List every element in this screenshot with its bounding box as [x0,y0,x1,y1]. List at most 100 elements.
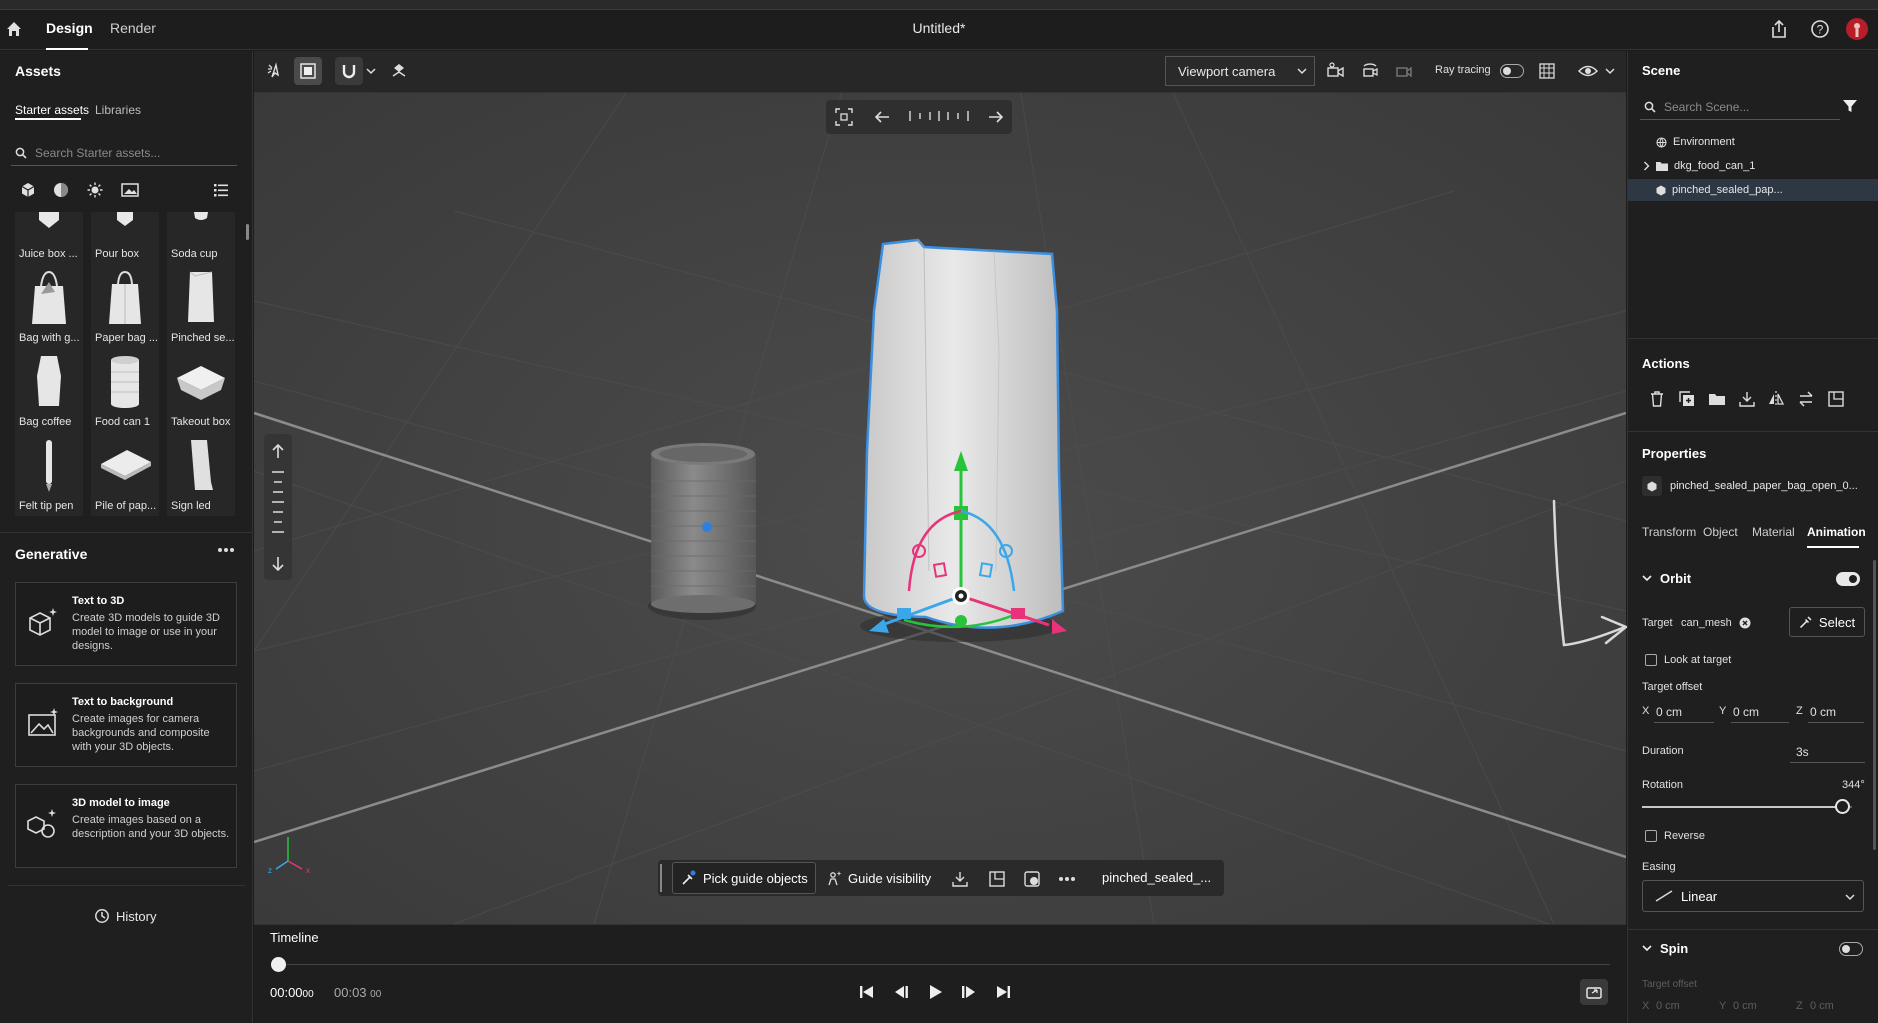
images-filter-icon[interactable] [121,182,139,198]
spin-offset-y-input[interactable]: 0 cm [1733,1000,1757,1012]
ray-tracing-toggle[interactable] [1500,64,1524,78]
tab-render[interactable]: Render [110,20,156,36]
chevron-down-icon[interactable] [1605,67,1615,75]
pick-guide-objects-button[interactable]: Pick guide objects [672,862,816,894]
history-button[interactable]: History [94,908,156,924]
assets-search-input[interactable]: Search Starter assets... [11,140,237,166]
properties-scrollbar[interactable] [1873,560,1876,850]
camera-view-button[interactable] [1322,57,1350,85]
offset-x-input[interactable]: 0 cm [1656,705,1682,719]
asset-food-can[interactable]: Food can 1 [91,344,159,432]
viewport-camera-dropdown[interactable]: Viewport camera [1165,56,1315,86]
delete-icon[interactable] [1648,390,1666,408]
chevron-right-icon[interactable] [1643,161,1650,171]
asset-bag-coffee[interactable]: Bag coffee [15,344,83,432]
selected-object-name[interactable]: pinched_sealed_... [1102,870,1211,885]
list-view-icon[interactable] [213,182,229,198]
horizontal-scrub-icon[interactable] [906,108,972,124]
asset-paper-bag[interactable]: Paper bag ... [91,260,159,348]
orbit-camera-button[interactable] [1356,57,1384,85]
frame-object-icon[interactable] [1827,390,1845,408]
spin-toggle[interactable] [1839,942,1863,956]
transform-tool-button[interactable] [294,57,322,85]
tab-material[interactable]: Material [1752,525,1795,539]
render-settings-button[interactable] [1533,57,1561,85]
model-to-image-card[interactable]: 3D model to image Create images based on… [15,784,237,868]
duration-input[interactable]: 3s [1796,745,1809,759]
asset-juice-box[interactable]: Juice box ... [15,212,83,264]
chevron-down-icon[interactable] [1642,574,1652,582]
easing-dropdown[interactable]: Linear [1642,880,1864,912]
offset-z-input[interactable]: 0 cm [1810,705,1836,719]
drop-to-floor-icon[interactable] [951,870,969,888]
timeline-track[interactable] [278,964,1610,965]
asset-pour-box[interactable]: Pour box [91,212,159,264]
asset-sign-led[interactable]: Sign led [167,428,235,516]
timeline-playhead[interactable] [271,957,286,972]
snap-button[interactable] [335,57,363,85]
skip-to-end-icon[interactable] [994,984,1012,1000]
tab-animation[interactable]: Animation [1807,525,1866,539]
avatar[interactable] [1846,18,1868,40]
swap-icon[interactable] [1797,390,1815,408]
arrow-left-icon[interactable] [873,109,891,125]
scene-item-food-can[interactable]: dkg_food_can_1 [1627,155,1878,177]
scene-search-input[interactable]: Search Scene... [1640,94,1840,120]
tab-design[interactable]: Design [46,20,93,36]
tab-transform[interactable]: Transform [1642,525,1696,539]
text-to-background-card[interactable]: Text to background Create images for cam… [15,683,237,767]
taskbar-handle[interactable] [660,864,662,892]
rotation-slider-track[interactable] [1642,806,1852,808]
arrow-down-icon[interactable] [270,555,286,573]
mirror-icon[interactable] [1767,390,1785,408]
skip-to-start-icon[interactable] [858,984,876,1000]
scene-item-environment[interactable]: Environment [1627,131,1878,153]
material-swap-icon[interactable] [1023,870,1041,888]
asset-felt-tip-pen[interactable]: Felt tip pen [15,428,83,516]
asset-bag-with-g[interactable]: Bag with g... [15,260,83,348]
asset-scrollbar[interactable] [246,224,249,240]
tab-starter-assets[interactable]: Starter assets [15,103,89,117]
text-to-3d-card[interactable]: Text to 3D Create 3D models to guide 3D … [15,582,237,666]
frame-object-icon[interactable] [988,870,1006,888]
3d-viewport[interactable]: x z [254,51,1626,924]
orbit-toggle[interactable] [1836,572,1860,586]
clear-target-icon[interactable] [1739,617,1751,629]
duplicate-icon[interactable] [1678,390,1696,408]
drop-to-ground-button[interactable] [385,57,413,85]
drop-to-floor-icon[interactable] [1738,390,1756,408]
group-folder-icon[interactable] [1708,390,1726,408]
arrow-up-icon[interactable] [270,442,286,460]
arrow-right-icon[interactable] [987,109,1005,125]
reverse-checkbox[interactable] [1645,830,1657,842]
more-options-icon[interactable] [217,547,235,553]
select-target-button[interactable]: Select [1789,607,1865,637]
step-back-icon[interactable] [892,984,910,1000]
filter-icon[interactable] [1842,98,1858,114]
models-filter-icon[interactable] [20,182,36,198]
offset-y-input[interactable]: 0 cm [1733,705,1759,719]
asset-pile-of-paper[interactable]: Pile of pap... [91,428,159,516]
asset-pinched-sealed[interactable]: Pinched se... [167,260,235,348]
scene-item-paper-bag[interactable]: pinched_sealed_pap... [1627,179,1878,201]
chevron-down-icon[interactable] [1642,944,1652,952]
vertical-scrub-icon[interactable] [270,468,286,538]
guide-visibility-button[interactable]: Guide visibility [826,870,931,886]
tab-object[interactable]: Object [1703,525,1738,539]
food-can-model[interactable] [648,443,756,620]
asset-takeout-box[interactable]: Takeout box [167,344,235,432]
chevron-down-icon[interactable] [366,67,376,75]
spin-offset-x-input[interactable]: 0 cm [1656,1000,1680,1012]
help-icon[interactable]: ? [1810,19,1830,39]
export-animation-button[interactable] [1580,979,1608,1005]
spin-offset-z-input[interactable]: 0 cm [1810,1000,1834,1012]
look-at-target-checkbox[interactable] [1645,654,1657,666]
home-icon[interactable] [5,20,23,38]
reset-camera-button[interactable] [1390,57,1418,85]
frame-selection-icon[interactable] [834,107,854,127]
step-forward-icon[interactable] [960,984,978,1000]
play-icon[interactable] [926,984,944,1000]
lights-filter-icon[interactable] [87,182,103,198]
more-options-icon[interactable] [1058,876,1076,882]
share-icon[interactable] [1770,19,1788,39]
